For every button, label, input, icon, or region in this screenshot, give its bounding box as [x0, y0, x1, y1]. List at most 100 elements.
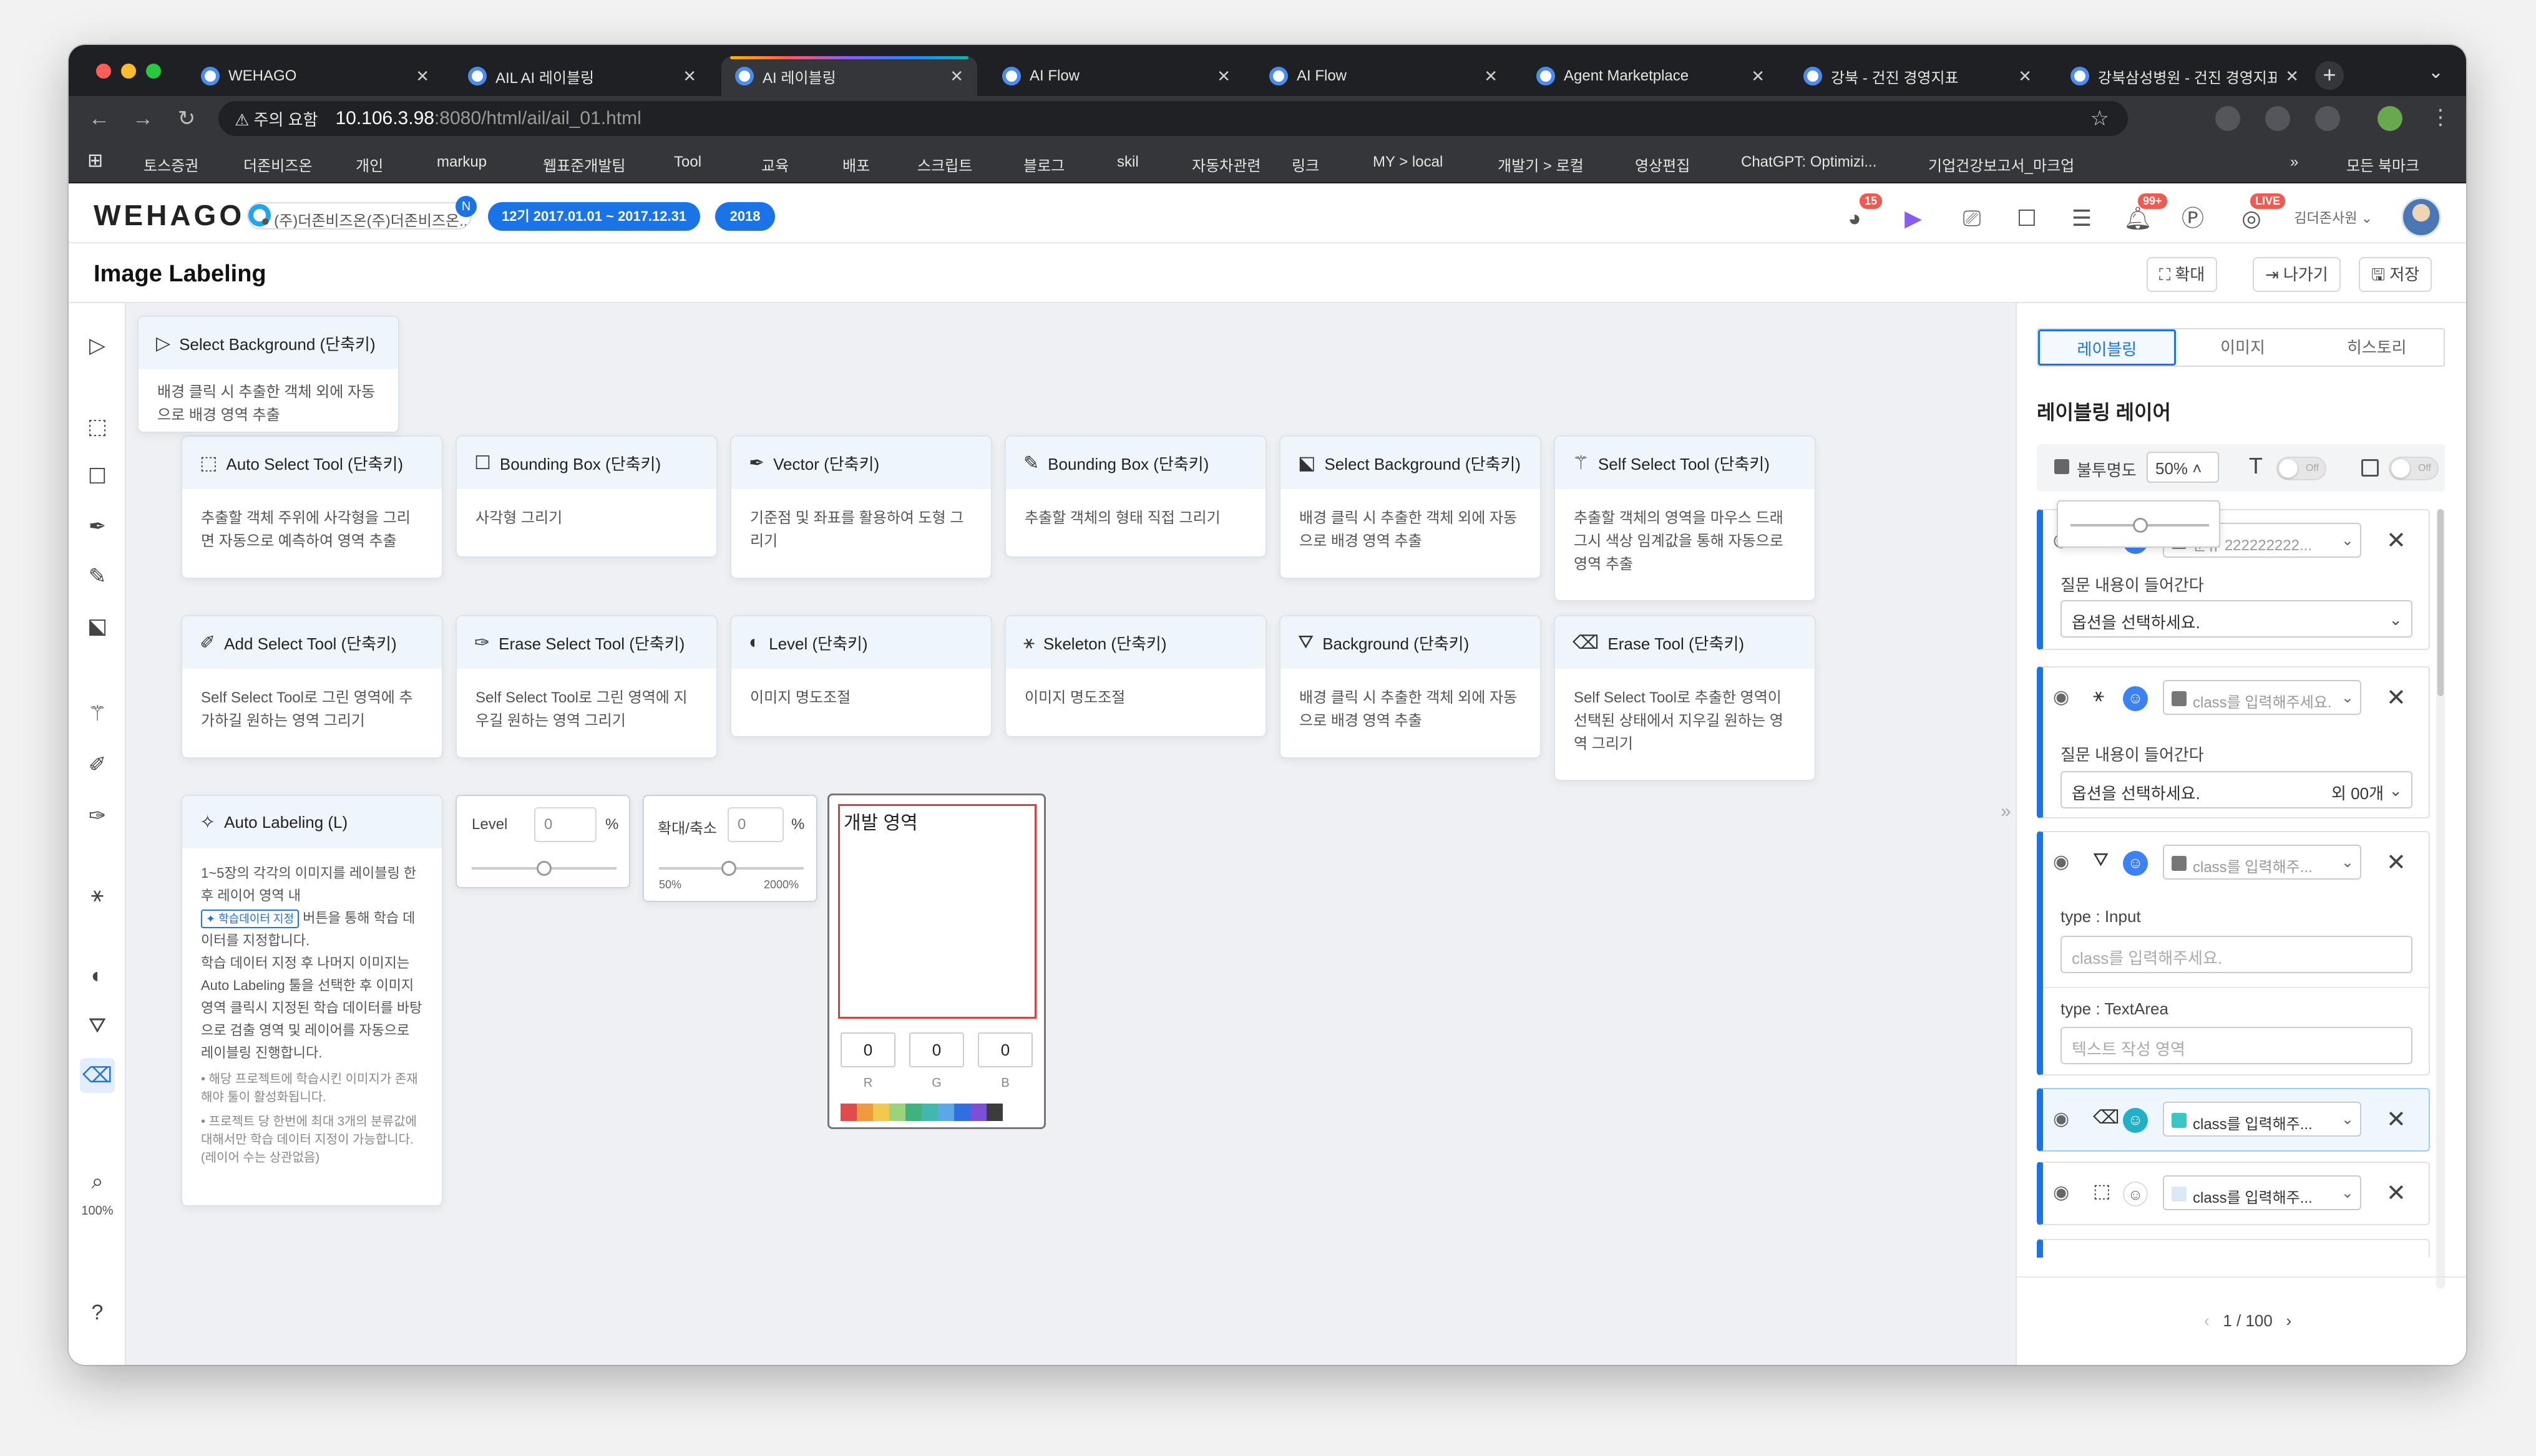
visibility-eye-icon[interactable]: ◉ [2053, 686, 2069, 708]
zoom-icon[interactable]: ⌕ [80, 1164, 115, 1199]
extensions-puzzle-icon[interactable] [2315, 106, 2340, 131]
minimize-window-button[interactable] [121, 64, 136, 79]
forward-icon[interactable]: → [121, 107, 165, 131]
document-icon[interactable]: ☰ [2065, 202, 2098, 235]
browser-tab[interactable]: AI Flow ✕ [988, 56, 1244, 96]
pencil-tool-icon[interactable]: ✎ [80, 559, 115, 594]
all-bookmarks-folder[interactable]: 모든 북마크 [2346, 153, 2419, 175]
option-select[interactable]: 옵션을 선택하세요. ⌄ [2060, 600, 2412, 638]
expand-button[interactable]: ⛶ 확대 [2147, 257, 2218, 292]
layer-toggle[interactable]: Off [2389, 457, 2439, 480]
option-select[interactable]: 옵션을 선택하세요. 외 00개 ⌄ [2060, 771, 2412, 808]
url-field[interactable]: ⚠ 주의 요함 10.106.3.98:8080/html/ail/ail_01… [218, 101, 2128, 136]
class-select[interactable]: class를 입력해주... ⌄ [2163, 1102, 2361, 1137]
company-selector[interactable]: ● (주)더존비즈온(주)더존비즈온... [247, 202, 472, 230]
bookmark-folder[interactable]: 블로그 [1023, 153, 1065, 175]
extension-icon[interactable] [2265, 106, 2290, 131]
class-select[interactable]: class를 입력해주... ⌄ [2163, 1175, 2361, 1210]
close-window-button[interactable] [96, 64, 111, 79]
zoom-input[interactable]: 0 [728, 807, 784, 842]
layer-item[interactable]: ◉ ⚹ ☺ class를 입력해주세요. ⌄ ✕ 질문 내용이 들어간다 옵션을 … [2037, 666, 2430, 818]
more-bookmarks-icon[interactable]: » [2290, 153, 2298, 171]
color-swatch[interactable] [841, 1104, 857, 1121]
visibility-eye-icon[interactable]: ◉ [2053, 1108, 2069, 1130]
erase-select-tool-icon[interactable]: ✑ [80, 798, 115, 833]
bookmark-folder[interactable]: skil [1117, 153, 1139, 171]
close-tab-icon[interactable]: ✕ [416, 67, 429, 86]
delete-layer-icon[interactable]: ✕ [2386, 684, 2406, 712]
exit-button[interactable]: ⇥ 나가기 [2253, 257, 2341, 292]
pointer-tool-icon[interactable]: ▷ [80, 328, 115, 363]
text-toggle[interactable]: Off [2276, 457, 2326, 480]
back-icon[interactable]: ← [77, 107, 121, 131]
avatar[interactable] [2401, 197, 2441, 237]
layer-item[interactable] [2037, 1239, 2430, 1258]
color-swatch[interactable] [857, 1104, 873, 1121]
tab-history[interactable]: 히스토리 [2309, 329, 2444, 366]
browser-tab-active[interactable]: AI 레이블링 ✕ [721, 56, 977, 96]
blue-input[interactable]: 0 [978, 1032, 1033, 1067]
bookmark-folder[interactable]: 스크립트 [917, 153, 972, 175]
fiscal-period-button[interactable]: 12기 2017.01.01 ~ 2017.12.31 [488, 202, 700, 231]
bookmark-folder[interactable]: 배포 [842, 153, 870, 175]
visibility-eye-icon[interactable]: ◉ [2053, 851, 2069, 873]
close-tab-icon[interactable]: ✕ [2285, 67, 2299, 86]
tab-image[interactable]: 이미지 [2176, 329, 2310, 366]
apps-grid-icon[interactable]: ⊞ [87, 150, 103, 172]
add-select-tool-icon[interactable]: ✐ [80, 747, 115, 782]
green-input[interactable]: 0 [909, 1032, 964, 1067]
bookmark-item[interactable]: 링크 [1292, 153, 1319, 175]
close-tab-icon[interactable]: ✕ [683, 67, 696, 86]
panel-collapse-icon[interactable]: » [2001, 801, 2011, 822]
extension-icon[interactable] [2215, 106, 2240, 131]
color-swatch[interactable] [938, 1104, 954, 1121]
red-input[interactable]: 0 [841, 1032, 895, 1067]
close-tab-icon[interactable]: ✕ [950, 67, 963, 86]
canvas-area[interactable]: ▷ ⬚ ☐ ✒ ✎ ⬕ ⚚ ✐ ✑ ⚹ ◐ ⛛ ⌫ ⌕ 100% ? ▷ Sele… [69, 303, 2016, 1365]
color-swatch[interactable] [922, 1104, 938, 1121]
browser-tab[interactable]: AIL AI 레이블링 ✕ [454, 56, 710, 96]
visibility-eye-icon[interactable]: ◉ [2053, 1182, 2069, 1203]
year-button[interactable]: 2018 [715, 202, 775, 231]
help-icon[interactable]: ? [80, 1295, 115, 1330]
prev-page-icon[interactable]: ‹ [2204, 1311, 2210, 1330]
level-input[interactable]: 0 [534, 807, 597, 842]
skeleton-tool-icon[interactable]: ⚹ [80, 877, 115, 912]
delete-layer-icon[interactable]: ✕ [2386, 527, 2406, 555]
browser-tab[interactable]: Agent Marketplace ✕ [1523, 56, 1778, 96]
layer-scrollbar[interactable] [2436, 509, 2445, 1289]
new-tab-button[interactable]: + [2315, 61, 2344, 90]
chat-icon[interactable]: ☐ [2011, 202, 2043, 235]
color-swatch[interactable] [954, 1104, 970, 1121]
background-tool-icon[interactable]: ⛛ [80, 1008, 115, 1043]
class-select[interactable]: class를 입력해주... ⌄ [2163, 845, 2361, 880]
select-background-tool-icon[interactable]: ⬕ [80, 609, 115, 644]
bookmark-folder[interactable]: markup [437, 153, 487, 171]
security-warning[interactable]: ⚠ 주의 요함 [235, 107, 318, 130]
point-icon[interactable]: Ⓟ [2177, 202, 2209, 235]
color-swatch[interactable] [905, 1104, 922, 1121]
bookmark-folder[interactable]: 자동차관련 [1192, 153, 1261, 175]
next-page-icon[interactable]: › [2286, 1311, 2292, 1330]
layer-item[interactable]: ◉ ⬚ ☺ class를 입력해주... ⌄ ✕ [2037, 1162, 2430, 1225]
level-tool-icon[interactable]: ◐ [80, 958, 115, 993]
vector-tool-icon[interactable]: ✒ [80, 509, 115, 544]
zoom-slider-handle[interactable] [721, 861, 736, 876]
color-area[interactable]: 개발 영역 [838, 804, 1036, 1019]
close-tab-icon[interactable]: ✕ [1751, 67, 1765, 86]
browser-tab[interactable]: 강북 - 건진 경영지표 ✕ [1790, 56, 2046, 96]
layer-item[interactable]: ◉ ⛛ ☺ class를 입력해주... ⌄ ✕ type : Input cla… [2037, 831, 2430, 1075]
color-swatch[interactable] [889, 1104, 905, 1121]
play-icon[interactable]: ▶ [1897, 202, 1929, 235]
bookmark-folder[interactable]: 교육 [761, 153, 789, 175]
browser-tab[interactable]: 강북삼성병원 - 건진 경영지표 ✕ [2057, 56, 2313, 96]
tab-search-icon[interactable]: ⌄ [2428, 61, 2444, 83]
color-swatch[interactable] [970, 1104, 987, 1121]
browser-tab[interactable]: WEHAGO ✕ [187, 56, 443, 96]
class-select[interactable]: class를 입력해주세요. ⌄ [2163, 680, 2361, 715]
wehago-logo[interactable]: WEHAGO [94, 198, 271, 232]
profile-avatar[interactable] [2378, 106, 2402, 131]
reload-icon[interactable]: ↻ [165, 106, 208, 131]
bookmark-item[interactable]: 토스증권 [144, 153, 198, 175]
browser-menu-icon[interactable]: ⋮ [2419, 105, 2462, 130]
